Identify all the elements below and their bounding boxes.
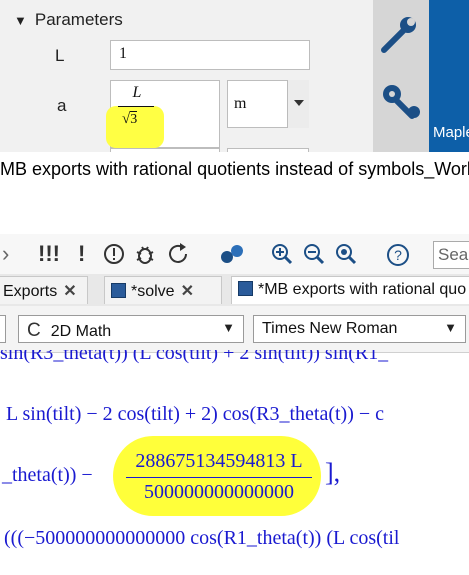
zoom-in-icon[interactable] <box>270 242 294 266</box>
unit-dropdown-button[interactable] <box>287 80 309 128</box>
collapse-triangle-icon[interactable]: ▼ <box>14 13 27 28</box>
unit-value: m <box>234 95 247 112</box>
help-icon[interactable]: ? <box>385 242 411 268</box>
window-title: MB exports with rational quotients inste… <box>0 159 469 179</box>
tab-label: *solve <box>131 283 175 300</box>
tab-exports[interactable]: Exports ✕ <box>0 276 88 304</box>
dropdown-arrow-icon <box>294 100 304 106</box>
parameters-header-label: Parameters <box>34 10 123 29</box>
param-label-L: L <box>55 46 65 65</box>
execute-all-icon[interactable]: !!! <box>38 242 60 266</box>
search-input[interactable]: Sea <box>433 241 469 269</box>
zoom-out-icon[interactable] <box>302 242 326 266</box>
font-select[interactable]: Times New Roman ▼ <box>253 315 466 343</box>
param-a-fraction-bar <box>118 106 154 107</box>
math-line-4: (((−500000000000000 cos(R1_theta(t)) (L … <box>4 527 400 549</box>
param-L-field[interactable]: 1 <box>110 40 310 70</box>
settings-wrench-icon[interactable] <box>380 82 422 127</box>
interrupt-icon[interactable] <box>102 242 126 266</box>
close-icon[interactable]: ✕ <box>181 283 194 300</box>
fraction-bar <box>126 477 312 478</box>
parameters-header[interactable]: ▼ Parameters <box>14 10 123 30</box>
math-mode-value: 2D Math <box>50 323 112 340</box>
param-label-a: a <box>57 96 67 115</box>
wrench-icon[interactable] <box>378 14 420 59</box>
math-line-2: L sin(tilt) − 2 cos(tilt) + 2) cos(R3_th… <box>6 403 385 425</box>
chevron-down-icon: ▼ <box>222 320 235 335</box>
highlight-fraction <box>113 436 321 516</box>
math-mode-icon: C <box>27 320 41 341</box>
fraction-numerator: 288675134594813 L <box>135 450 303 472</box>
restart-icon[interactable] <box>166 242 192 266</box>
tab-mb-exports[interactable]: *MB exports with rational quo <box>231 276 469 304</box>
maples-label: Maples <box>433 124 469 141</box>
execute-icon[interactable]: ! <box>78 242 85 266</box>
param-next-unit <box>227 148 309 152</box>
debug-bug-icon[interactable] <box>133 242 157 266</box>
param-a-numerator: L <box>132 84 142 101</box>
font-value: Times New Roman <box>262 320 398 337</box>
svg-text:?: ? <box>394 247 402 263</box>
param-L-value: 1 <box>119 45 127 62</box>
math-line-3-prefix: _theta(t)) − <box>2 464 93 486</box>
math-mode-select[interactable]: C 2D Math ▼ <box>18 315 244 343</box>
chevron-right-icon[interactable]: › <box>2 242 9 266</box>
chevron-down-icon: ▼ <box>444 320 457 335</box>
tab-label: Exports <box>3 283 58 300</box>
tab-solve[interactable]: *solve ✕ <box>104 276 222 304</box>
close-icon[interactable]: ✕ <box>63 283 76 300</box>
zoom-reset-icon[interactable] <box>334 242 358 266</box>
math-line-3-suffix: ], <box>325 458 341 487</box>
connect-icon[interactable] <box>218 242 246 266</box>
worksheet-icon <box>111 283 126 298</box>
worksheet-icon <box>238 281 253 296</box>
toolbar-icons: › !!! ! ? <box>0 234 469 274</box>
sqrt-icon: √ <box>122 111 131 127</box>
param-next-field <box>110 148 220 152</box>
tab-label: *MB exports with rational quo <box>258 281 467 298</box>
format-left-edge <box>0 315 6 343</box>
fraction-denominator: 500000000000000 <box>144 481 294 503</box>
param-a-denominator: √3 <box>122 111 138 127</box>
